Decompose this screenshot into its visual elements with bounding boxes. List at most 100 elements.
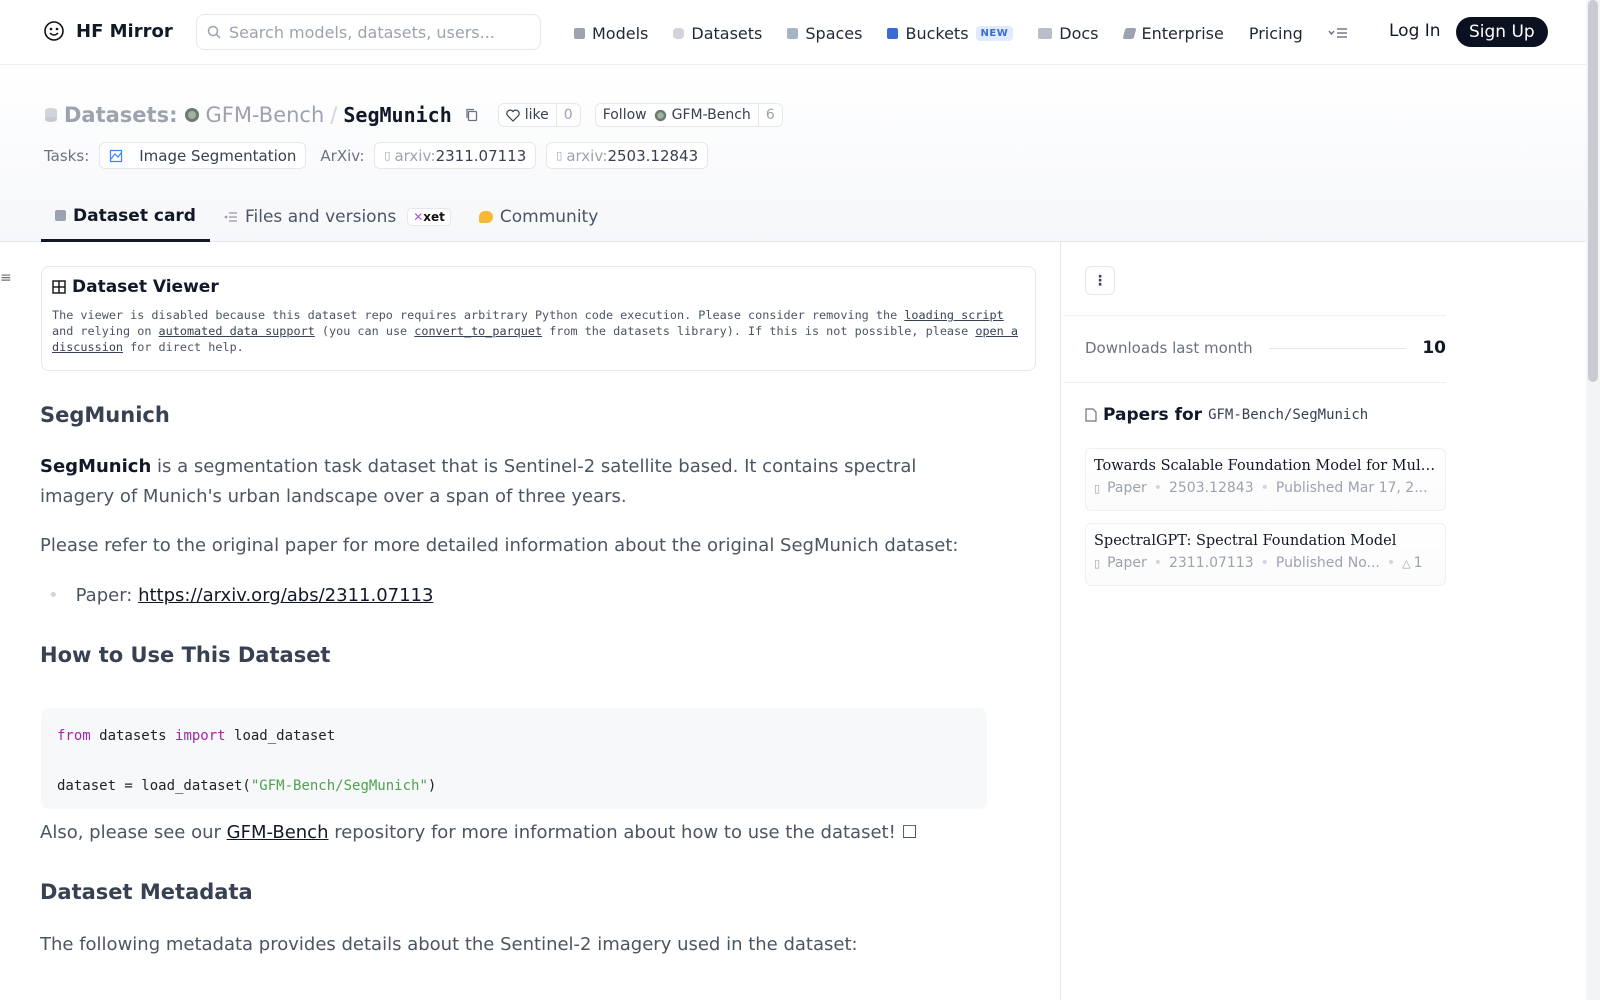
nav-enterprise-label: Enterprise (1141, 23, 1224, 43)
heading-segmunich: SegMunich (40, 403, 170, 427)
also-paragraph: Also, please see our GFM-Bench repositor… (40, 818, 975, 848)
viewer-text-part: The viewer is disabled because this data… (52, 308, 905, 322)
nav-enterprise[interactable]: Enterprise (1122, 23, 1224, 43)
org-avatar-icon (184, 108, 199, 122)
grid-icon (787, 27, 799, 39)
files-icon (224, 212, 237, 222)
nav-models-label: Models (592, 23, 649, 43)
nav-docs[interactable]: Docs (1038, 24, 1099, 43)
paper-meta: ▯ Paper • 2503.12843 • Published Mar 17,… (1094, 480, 1437, 496)
sidebar-separator (1063, 315, 1446, 316)
code-keyword: import (175, 728, 226, 744)
repo-name[interactable]: SegMunich (343, 103, 451, 127)
emoji-placeholder-icon: ☐ (901, 822, 918, 843)
arxiv-prefix: arxiv: (394, 146, 436, 165)
dataset-viewer-notice: Dataset Viewer The viewer is disabled be… (41, 266, 1036, 371)
upvote-icon: △ (1402, 556, 1411, 570)
nav-datasets-label: Datasets (691, 23, 763, 43)
community-icon (478, 211, 493, 223)
signup-button[interactable]: Sign Up (1456, 17, 1548, 47)
viewer-title-text: Dataset Viewer (72, 277, 219, 297)
database-icon (673, 27, 685, 39)
bullet: • (48, 585, 59, 606)
nav-datasets[interactable]: Datasets (673, 24, 762, 43)
segmentation-icon (110, 149, 123, 162)
arxiv-label: ArXiv: (320, 146, 365, 165)
nav-pricing[interactable]: Pricing (1249, 24, 1303, 43)
nav-more[interactable] (1328, 26, 1348, 40)
repo-tabs: Dataset card Files and versions ✕xet Com… (41, 192, 612, 242)
loading-script-link[interactable]: loading script (904, 308, 1003, 322)
scrollbar-thumb[interactable] (1588, 0, 1598, 382)
tab-dataset-card[interactable]: Dataset card (41, 192, 210, 242)
code-line-2: dataset = load_dataset("GFM-Bench/SegMun… (57, 774, 971, 799)
page-scrollbar[interactable] (1586, 0, 1600, 1000)
heading-how-to-use: How to Use This Dataset (40, 643, 331, 667)
breadcrumb: Datasets: GFM-Bench / SegMunich like 0 F… (44, 103, 783, 127)
cube-icon (574, 27, 585, 39)
also-text: repository for more information about ho… (328, 822, 902, 843)
tab-label: Files and versions (244, 207, 397, 227)
follow-label: Follow (602, 107, 647, 123)
code-text: load_dataset (225, 728, 336, 744)
viewer-text-part: from the datasets library). If this is n… (542, 324, 976, 338)
copy-icon[interactable] (464, 107, 480, 123)
nav-spaces[interactable]: Spaces (787, 24, 862, 43)
paper-link[interactable]: https://arxiv.org/abs/2311.07113 (138, 585, 433, 606)
automated-data-support-link[interactable]: automated data support (159, 324, 315, 338)
paper-list-item: • Paper: https://arxiv.org/abs/2311.07113 (48, 581, 983, 611)
like-label: like (524, 107, 549, 123)
sidebar-separator (1063, 382, 1446, 383)
paper-icon: ▯ (384, 149, 391, 162)
arxiv-tag-2[interactable]: ▯ arxiv: 2503.12843 (546, 142, 709, 169)
tab-label: Community (499, 207, 599, 227)
code-block: from datasets import load_dataset datase… (41, 708, 987, 809)
login-link[interactable]: Log In (1389, 21, 1441, 41)
search-input[interactable] (229, 22, 519, 42)
brand-logo[interactable]: HF Mirror (42, 19, 173, 43)
paper-upvotes: 1 (1413, 555, 1423, 571)
xet-badge-label: xet (423, 210, 445, 224)
papers-heading: Papers for GFM-Bench/SegMunich (1085, 405, 1368, 425)
book-icon (1038, 27, 1053, 39)
meta-dot: • (1386, 555, 1396, 571)
bucket-icon (887, 27, 899, 39)
code-line-1: from datasets import load_dataset (57, 724, 971, 749)
like-button[interactable]: like 0 (497, 103, 581, 127)
code-text: datasets (90, 728, 176, 744)
follow-button[interactable]: Follow GFM-Bench 6 (594, 103, 783, 127)
paper-icon: ▯ (556, 149, 563, 162)
meta-dot: • (1153, 480, 1162, 496)
tab-files-and-versions[interactable]: Files and versions ✕xet (210, 192, 465, 242)
paper-icon: ▯ (1094, 481, 1101, 495)
follow-org: GFM-Bench (671, 107, 751, 123)
viewer-text-part: for direct help. (123, 340, 244, 354)
convert-to-parquet-link[interactable]: convert_to_parquet (414, 324, 542, 338)
search-box[interactable] (196, 14, 541, 50)
nav-pricing-label: Pricing (1248, 23, 1303, 43)
task-tag[interactable]: Image Segmentation (99, 142, 307, 169)
paper-card[interactable]: Towards Scalable Foundation Model for Mu… (1085, 448, 1446, 511)
code-text: dataset = load_dataset( (57, 778, 251, 794)
toc-toggle-icon[interactable]: ≡ (0, 270, 12, 286)
nav-buckets-label: Buckets (905, 23, 969, 43)
arxiv-prefix: arxiv: (566, 146, 608, 165)
arxiv-tag-1[interactable]: ▯ arxiv: 2311.07113 (374, 142, 537, 169)
also-text: Also, please see our (40, 822, 227, 843)
downloads-value: 10 (1422, 338, 1446, 358)
arxiv-id: 2503.12843 (607, 146, 699, 165)
nav-buckets[interactable]: Buckets NEW (887, 23, 1014, 43)
like-count: 0 (555, 104, 580, 126)
org-link[interactable]: GFM-Bench (206, 103, 325, 127)
sidebar-divider (1060, 242, 1061, 1000)
paper-card[interactable]: SpectralGPT: Spectral Foundation Model ▯… (1085, 523, 1446, 586)
options-menu-button[interactable]: ⋮ (1085, 266, 1115, 295)
gfm-bench-link[interactable]: GFM-Bench (227, 822, 329, 843)
tab-community[interactable]: Community (465, 192, 612, 242)
nav-models[interactable]: Models (574, 24, 648, 43)
meta-dot: • (1153, 555, 1162, 571)
paper-published: Published No... (1275, 555, 1380, 571)
viewer-title: Dataset Viewer (52, 277, 1025, 297)
search-icon (207, 25, 221, 39)
heart-icon (506, 109, 520, 122)
